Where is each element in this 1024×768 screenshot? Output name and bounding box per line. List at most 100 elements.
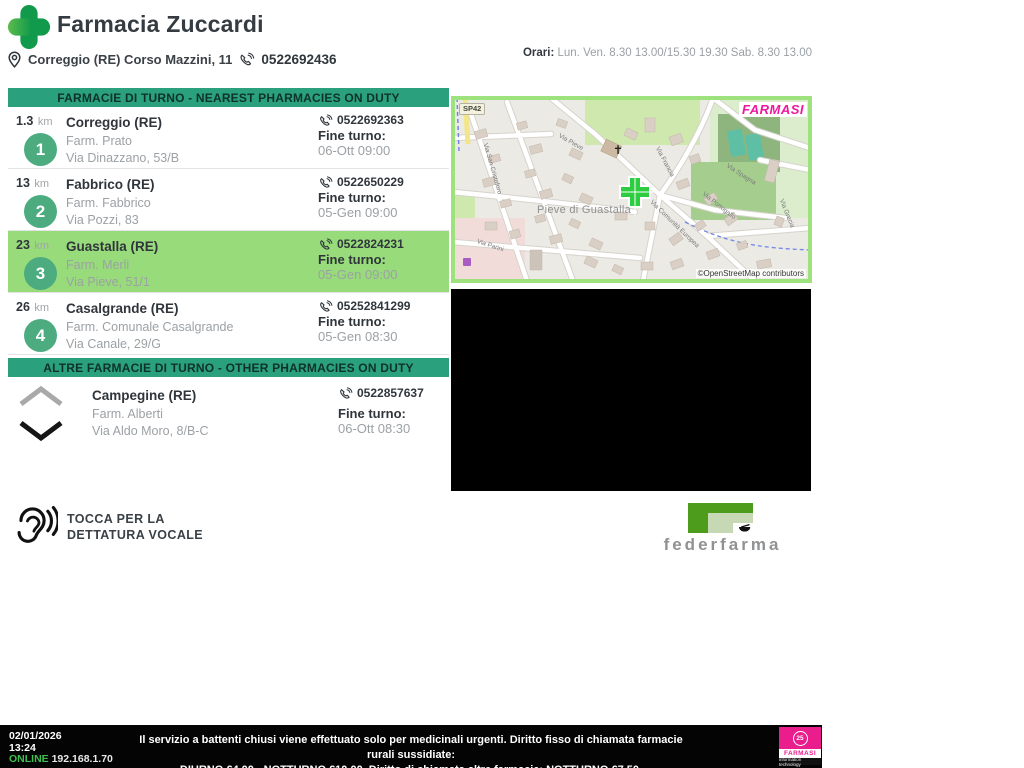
- distance-unit: km: [34, 240, 50, 252]
- service-notice-line2: DIURNO €4,00 - NOTTURNO €10,00. Diritto …: [128, 763, 694, 768]
- opening-hours: Orari: Lun. Ven. 8.30 13.00/15.30 19.30 …: [478, 46, 812, 61]
- rank-badge: 1: [24, 133, 57, 166]
- fine-turno-label: Fine turno:: [318, 314, 386, 329]
- map-attribution: ©OpenStreetMap contributors: [695, 269, 806, 278]
- pharmacy-title: Farmacia Zuccardi: [57, 11, 264, 37]
- voice-dictation-label: TOCCA PER LA DETTATURA VOCALE: [67, 511, 203, 544]
- pharmacies-panel: FARMACIE DI TURNO - NEAREST PHARMACIES O…: [8, 88, 449, 442]
- distance-value: 13: [16, 176, 30, 190]
- route-badge: SP42: [459, 103, 486, 115]
- connection-status: ONLINE 192.168.1.70: [9, 753, 113, 766]
- farmasi-emblem: 25: [779, 727, 821, 749]
- phone-icon: [340, 386, 353, 399]
- farmasi-map-watermark: FARMASI: [739, 102, 807, 117]
- fine-turno-label: Fine turno:: [318, 252, 386, 267]
- fine-turno-label: Fine turno:: [318, 128, 386, 143]
- video-panel: [451, 289, 811, 491]
- distance-cell: 1.3 km 1: [8, 112, 66, 168]
- service-notice-line1: Il servizio a battenti chiusi viene effe…: [139, 734, 683, 761]
- pharmacy-address: Correggio (RE) Corso Mazzini, 11: [28, 52, 233, 67]
- fine-turno-value: 06-Ott 09:00: [318, 143, 391, 158]
- opening-hours-value: Lun. Ven. 8.30 13.00/15.30 19.30 Sab. 8.…: [557, 47, 813, 59]
- pharmacy-street: Via Canale, 29/G: [66, 336, 161, 351]
- distance-value: 1.3: [16, 114, 34, 128]
- pharmacy-phone: 0522692363: [337, 113, 404, 127]
- map-poi-icon: [463, 258, 471, 266]
- mortar-icon: [733, 523, 757, 534]
- svg-text:✝: ✝: [613, 143, 623, 157]
- other-pharmacies-banner: ALTRE FARMACIE DI TURNO - OTHER PHARMACI…: [8, 358, 449, 377]
- distance-cell: 26 km 4: [8, 298, 66, 354]
- pharmacy-street: Via Dinazzano, 53/B: [66, 150, 180, 165]
- pharmacy-city: Correggio (RE): [66, 115, 162, 130]
- pharmacy-city: Fabbrico (RE): [66, 177, 155, 192]
- scroll-down-icon[interactable]: [18, 419, 64, 442]
- pharmacy-phone: 0522857637: [357, 386, 424, 400]
- map-widget[interactable]: ✝ SP42 FARMASI Pieve di Guastalla Via Pi…: [451, 96, 812, 283]
- location-pin-icon: [8, 51, 21, 68]
- distance-value: 23: [16, 238, 30, 252]
- pharmacy-city: Casalgrande (RE): [66, 301, 179, 316]
- farmasi-logo: 25 FARMASI information technology: [779, 727, 821, 767]
- pharmacy-row-correggio[interactable]: 1.3 km 1 Correggio (RE) Farm. Prato Via …: [8, 107, 449, 169]
- duty-cell: 0522857637 Fine turno: 06-Ott 08:30: [338, 385, 449, 442]
- voice-label-line1: TOCCA PER LA: [67, 511, 165, 526]
- pharmacy-phone: 05252841299: [337, 299, 411, 313]
- fine-turno-label: Fine turno:: [318, 190, 386, 205]
- voice-dictation-button[interactable]: TOCCA PER LA DETTATURA VOCALE: [8, 502, 203, 552]
- scroll-up-icon[interactable]: [18, 385, 64, 408]
- distance-unit: km: [34, 302, 50, 314]
- status-footer: 02/01/2026 13:24 ONLINE 192.168.1.70 Il …: [0, 725, 822, 768]
- rank-badge: 2: [24, 195, 57, 228]
- map-place-label: Pieve di Guastalla: [537, 204, 632, 216]
- pharmacy-row-fabbrico[interactable]: 13 km 2 Fabbrico (RE) Farm. Fabbrico Via…: [8, 169, 449, 231]
- system-status: 02/01/2026 13:24 ONLINE 192.168.1.70: [9, 730, 113, 766]
- pharmacy-name: Farm. Fabbrico: [66, 196, 151, 210]
- pharmacy-name: Farm. Alberti: [92, 407, 163, 421]
- federfarma-wordmark: federfarma: [663, 535, 782, 554]
- pharmacy-phone: 0522824231: [337, 237, 404, 251]
- pharmacy-row-casalgrande[interactable]: 26 km 4 Casalgrande (RE) Farm. Comunale …: [8, 293, 449, 355]
- header-address-row: Correggio (RE) Corso Mazzini, 11 0522692…: [7, 51, 337, 68]
- pharmacy-name: Farm. Prato: [66, 134, 132, 148]
- distance-unit: km: [34, 178, 50, 190]
- online-badge: ONLINE: [9, 753, 49, 766]
- distance-unit: km: [37, 116, 53, 128]
- duty-cell: 0522650229 Fine turno: 05-Gen 09:00: [318, 174, 449, 230]
- pharmacy-street: Via Pieve, 51/1: [66, 274, 150, 289]
- service-notice: Il servizio a battenti chiusi viene effe…: [128, 733, 694, 768]
- other-pharmacy-row-campegine[interactable]: Campegine (RE) Farm. Alberti Via Aldo Mo…: [8, 377, 449, 442]
- pharmacy-info-cell: Casalgrande (RE) Farm. Comunale Casalgra…: [66, 298, 318, 354]
- rank-badge: 4: [24, 319, 57, 352]
- fine-turno-value: 05-Gen 09:00: [318, 267, 398, 282]
- farmasi-badge-25: 25: [792, 730, 808, 746]
- pharmacy-phone: 0522692436: [261, 52, 337, 67]
- pharmacy-city: Campegine (RE): [92, 388, 197, 403]
- rank-badge: 3: [24, 257, 57, 290]
- ear-icon: [17, 505, 58, 543]
- phone-icon: [320, 113, 333, 126]
- pharmacy-phone: 0522650229: [337, 175, 404, 189]
- voice-label-line2: DETTATURA VOCALE: [67, 528, 204, 542]
- pharmacy-row-guastalla-selected[interactable]: 23 km 3 Guastalla (RE) Farm. Merli Via P…: [8, 231, 449, 293]
- kiosk-screen: Farmacia Zuccardi Correggio (RE) Corso M…: [0, 0, 1024, 768]
- farmasi-subtitle: information technology: [779, 757, 821, 767]
- fine-turno-value: 05-Gen 09:00: [318, 205, 398, 220]
- phone-icon: [320, 175, 333, 188]
- federfarma-logo: federfarma: [630, 503, 815, 554]
- distance-cell: 23 km 3: [8, 236, 66, 292]
- pharmacy-info-cell: Correggio (RE) Farm. Prato Via Dinazzano…: [66, 112, 318, 168]
- distance-value: 26: [16, 300, 30, 314]
- pharmacy-info-cell: Campegine (RE) Farm. Alberti Via Aldo Mo…: [92, 385, 338, 442]
- nearest-pharmacies-banner: FARMACIE DI TURNO - NEAREST PHARMACIES O…: [8, 88, 449, 107]
- pharmacy-street: Via Pozzi, 83: [66, 212, 139, 227]
- pharmacy-info-cell: Fabbrico (RE) Farm. Fabbrico Via Pozzi, …: [66, 174, 318, 230]
- pharmacy-cross-logo-icon: [7, 4, 51, 50]
- opening-hours-label: Orari:: [522, 47, 555, 59]
- fine-turno-value: 05-Gen 08:30: [318, 329, 398, 344]
- phone-icon: [320, 299, 333, 312]
- ip-address: 192.168.1.70: [51, 753, 113, 766]
- map-canvas: ✝ SP42 FARMASI Pieve di Guastalla Via Pi…: [455, 100, 808, 279]
- pharmacy-city: Guastalla (RE): [66, 239, 159, 254]
- pharmacy-info-cell: Guastalla (RE) Farm. Merli Via Pieve, 51…: [66, 236, 318, 292]
